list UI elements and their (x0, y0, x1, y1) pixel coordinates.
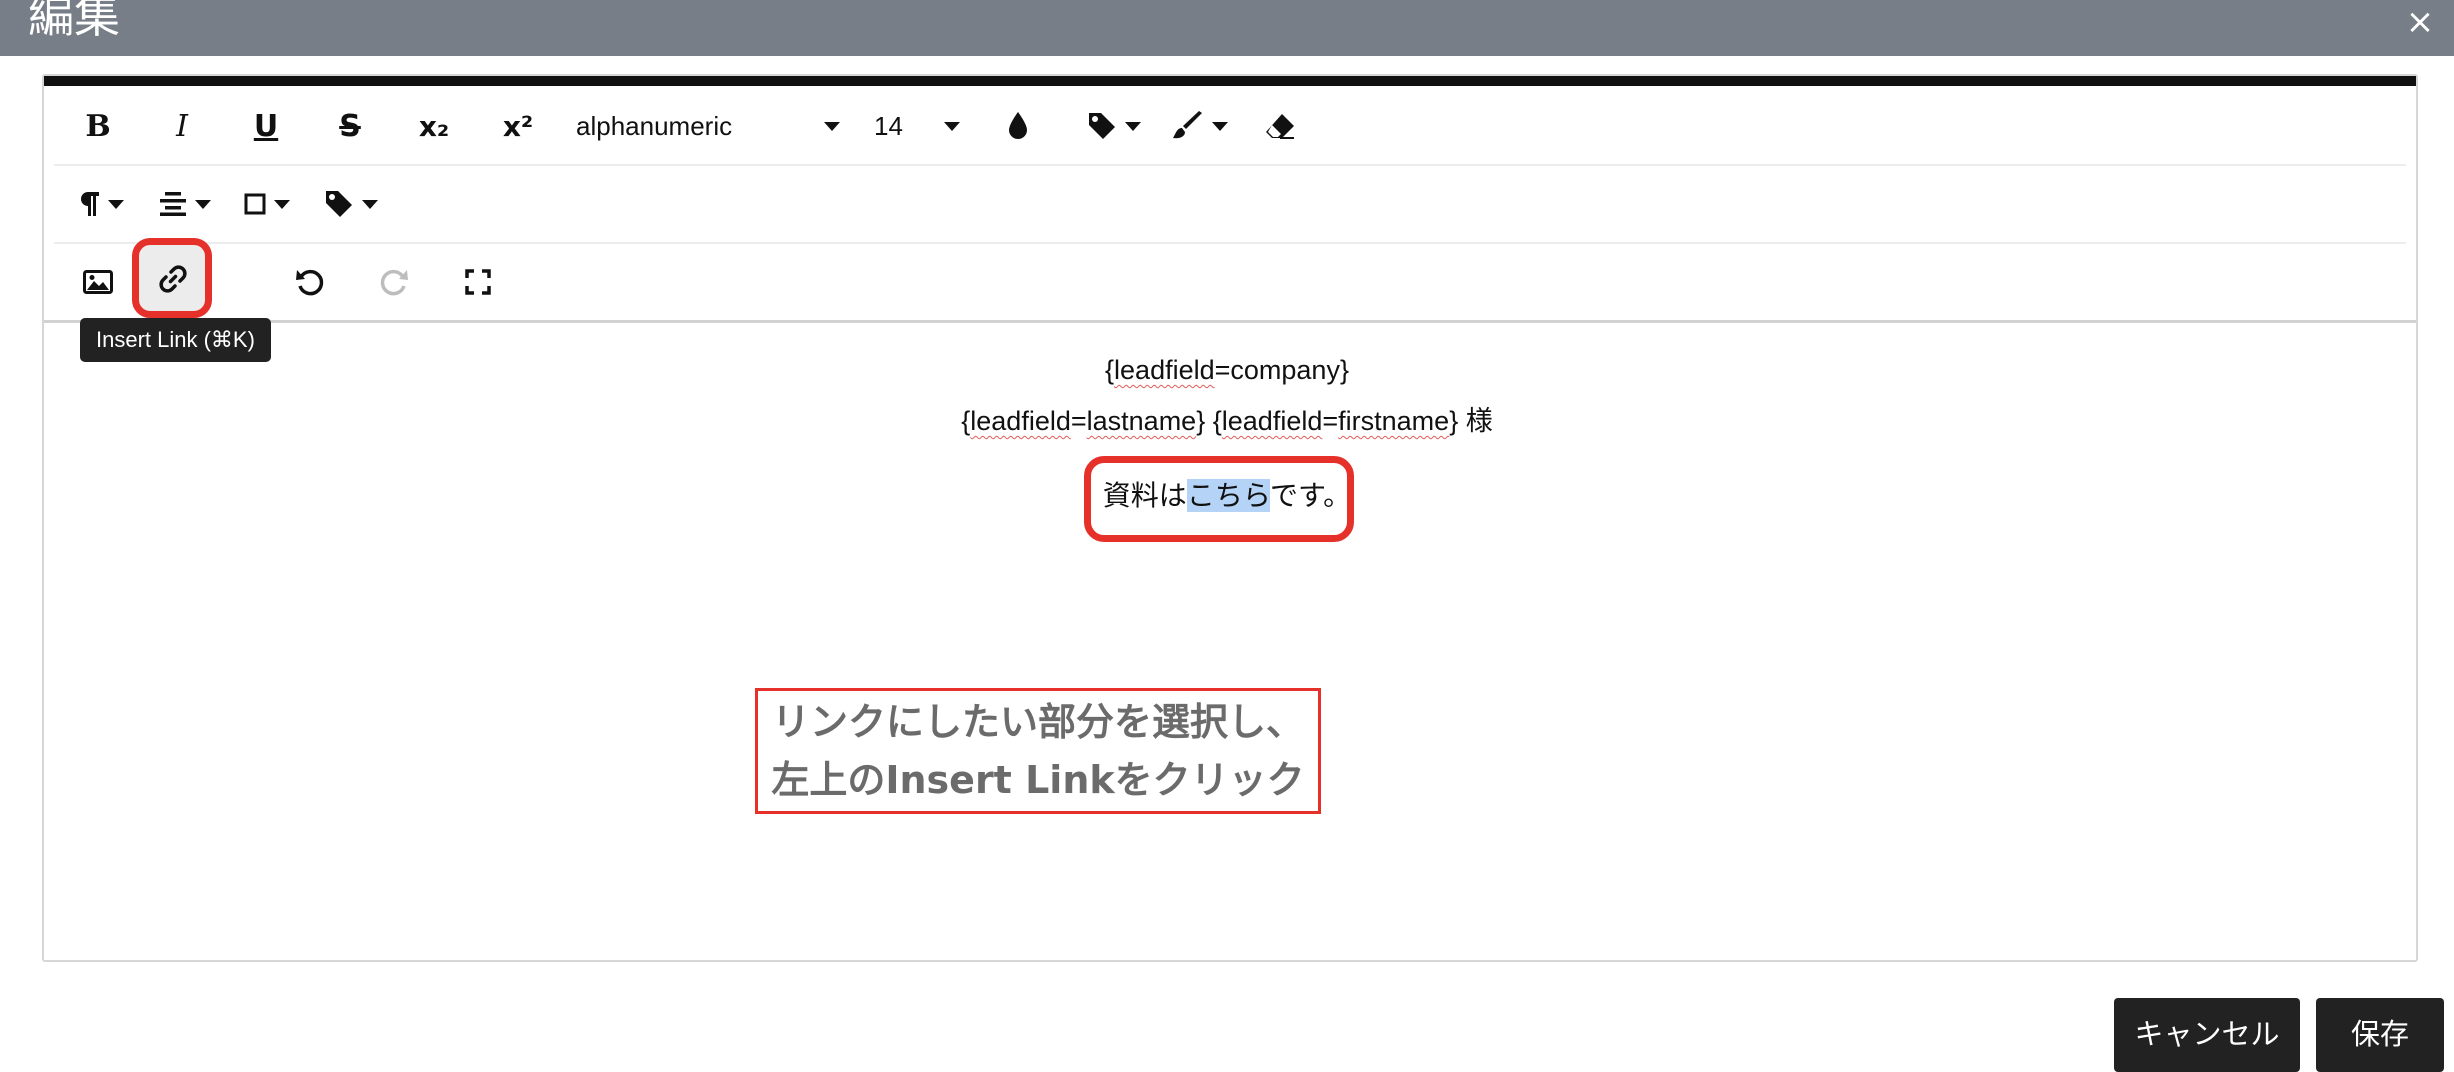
selected-text[interactable]: こちら (1186, 479, 1270, 512)
superscript-button[interactable]: x² (488, 102, 548, 150)
align-center-icon (160, 192, 186, 216)
strikethrough-icon: S (339, 108, 361, 144)
text-segment: です。 (1269, 479, 1352, 512)
chevron-down-icon (195, 199, 211, 209)
bold-button[interactable]: B (68, 102, 128, 150)
underline-button[interactable]: U (236, 102, 296, 150)
droplet-icon (1009, 112, 1027, 139)
content-line-company[interactable]: {leadfield=company} (0, 355, 2454, 386)
text-segment: 資料は (1102, 479, 1187, 512)
text-segment: } (1449, 406, 1459, 436)
table-button[interactable] (234, 180, 300, 228)
toolbar-row-paragraph (54, 166, 2406, 244)
chevron-down-icon (1212, 121, 1228, 131)
text-segment: { (961, 406, 971, 436)
undo-icon (296, 269, 324, 296)
paragraph-style-button[interactable] (68, 180, 134, 228)
paragraph-icon (81, 192, 99, 216)
text-segment: =company} (1214, 355, 1349, 385)
image-icon (83, 270, 113, 294)
content-line-name[interactable]: {leadfield=lastname} {leadfield=firstnam… (0, 399, 2454, 438)
alignment-button[interactable] (150, 180, 220, 228)
text-segment: } (1196, 406, 1206, 436)
save-button[interactable]: 保存 (2316, 998, 2444, 1072)
instruction-line-2: 左上のInsert Linkをクリック (771, 758, 1305, 802)
superscript-icon: x² (502, 109, 534, 143)
font-family-value: alphanumeric (576, 110, 733, 141)
undo-button[interactable] (280, 258, 340, 306)
close-icon[interactable]: × (2400, 2, 2440, 42)
subscript-button[interactable]: x₂ (404, 102, 464, 150)
link-icon (159, 265, 187, 293)
cancel-button[interactable]: キャンセル (2114, 998, 2300, 1072)
toolbar-row-insert (54, 244, 2406, 320)
strikethrough-button[interactable]: S (320, 102, 380, 150)
dialog-header: 編集 × (0, 0, 2454, 56)
text-segment: 様 (1458, 406, 1493, 436)
insert-link-button[interactable] (132, 238, 212, 318)
content-line-document-link[interactable]: 資料はこちらです。 (0, 474, 2454, 514)
text-segment: = (1322, 406, 1339, 436)
underline-icon: U (253, 108, 279, 144)
chevron-down-icon (824, 122, 840, 131)
chevron-down-icon (944, 122, 960, 131)
background-color-button[interactable] (1160, 102, 1240, 150)
text-segment (1205, 406, 1213, 436)
redo-icon (380, 269, 408, 296)
italic-button[interactable]: I (152, 102, 212, 150)
misspelled-word: leadfield (970, 406, 1071, 436)
toolbar-row-format: B I U S x₂ x² alphanumeric 14 (54, 88, 2406, 166)
tag-icon (326, 191, 352, 217)
instruction-annotation: リンクにしたい部分を選択し、 左上のInsert Linkをクリック (755, 688, 1321, 814)
tag-dropdown-button[interactable] (1074, 102, 1154, 150)
text-segment: = (1070, 406, 1087, 436)
italic-icon: I (176, 108, 188, 144)
text-color-button[interactable] (988, 102, 1048, 150)
insert-image-button[interactable] (68, 258, 128, 306)
tokens-dropdown-button[interactable] (316, 180, 386, 228)
misspelled-word: firstname (1338, 406, 1450, 436)
eraser-icon (1266, 114, 1294, 139)
tag-icon (1089, 113, 1115, 139)
font-size-select[interactable]: 14 (874, 102, 960, 150)
clear-format-button[interactable] (1250, 102, 1310, 150)
editor-top-border (44, 76, 2416, 86)
toolbar-divider (44, 320, 2416, 323)
chevron-down-icon (274, 199, 290, 209)
chevron-down-icon (1125, 121, 1141, 131)
paint-brush-icon (1173, 111, 1202, 139)
chevron-down-icon (362, 199, 378, 209)
misspelled-word: leadfield (1114, 355, 1215, 385)
redo-button[interactable] (364, 258, 424, 306)
text-segment: { (1212, 406, 1222, 436)
text-segment: { (1105, 355, 1115, 385)
misspelled-word: leadfield (1221, 406, 1323, 436)
font-size-value: 14 (874, 110, 903, 141)
dialog-title: 編集 (28, 0, 120, 43)
bold-icon: B (85, 108, 111, 144)
misspelled-word: lastname (1086, 406, 1197, 436)
fullscreen-button[interactable] (448, 258, 508, 306)
subscript-icon: x₂ (418, 109, 450, 143)
chevron-down-icon (108, 199, 124, 209)
square-icon (244, 193, 266, 215)
expand-icon (465, 269, 491, 295)
instruction-line-1: リンクにしたい部分を選択し、 (771, 700, 1304, 744)
font-family-select[interactable]: alphanumeric (576, 102, 840, 150)
